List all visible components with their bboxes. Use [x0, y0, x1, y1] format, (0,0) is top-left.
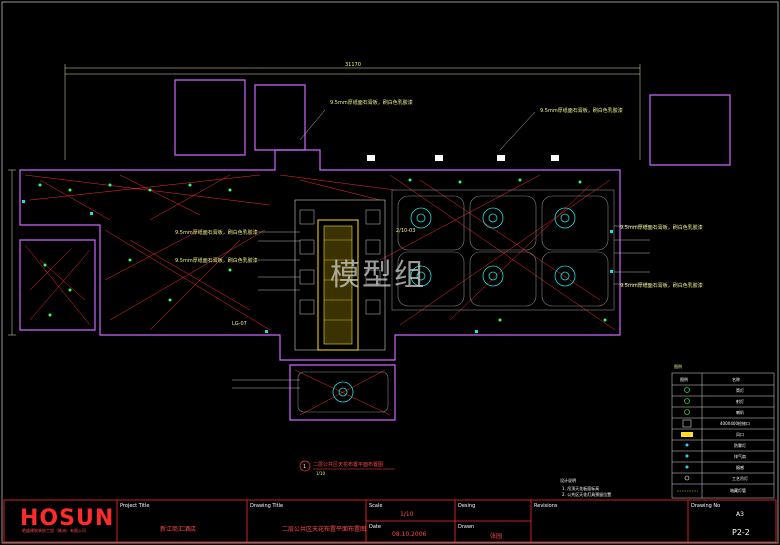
note-4: 9.5mm厚纸面石膏板，刷白色乳胶漆 [620, 282, 703, 289]
ceiling-hatch [24, 174, 616, 416]
plan-title: 二层公共区天花布置平面布置图 [313, 461, 383, 468]
section-tag-left: LG-07 [232, 321, 247, 327]
legend-title: 图例 [674, 364, 682, 369]
legend-row-name: 暗藏灯管 [730, 488, 746, 493]
section-tag: 2/10-03 [396, 228, 415, 234]
legend-row-name: 烟感 [736, 465, 744, 470]
drawn-value: 张园 [490, 533, 503, 540]
smoke-detector-icon [685, 465, 689, 469]
pendant-lamp-icon [684, 475, 690, 481]
legend-row-name: 防雾灯 [734, 443, 746, 448]
scale-value: 1/10 [400, 511, 414, 518]
legend-row-name: 400X400检修口 [720, 421, 751, 426]
project-title: 新江商汇酒店 [160, 526, 197, 533]
legend-row-name: 筒灯 [736, 388, 744, 393]
legend-header-name: 名称 [732, 377, 740, 382]
note-1: 9.5mm厚纸面石膏板，刷白色乳胶漆 [175, 229, 258, 236]
downlight-icon [684, 387, 690, 393]
legend-row-name: 风口 [736, 432, 744, 437]
access-panel-icon [682, 419, 692, 428]
company-name: 皓盛建筑装饰工程（株洲）有限公司 [22, 528, 86, 533]
vents [367, 155, 559, 161]
scale-label: Scale [369, 503, 383, 509]
legend-header-symbol: 图例 [680, 377, 688, 382]
left-dimension [8, 169, 16, 336]
speaker-icon [684, 409, 690, 415]
drawing-no-label: Drawing No [691, 503, 721, 509]
plan-number: 1 [303, 464, 306, 470]
air-vent-icon [681, 432, 693, 437]
legend-row-name: 射灯 [736, 399, 744, 404]
notes-line: 2. 公共区天花灯具预留位置 [562, 492, 612, 497]
exhaust-fan-icon [685, 454, 689, 458]
legend-row-name: 排气扇 [734, 454, 746, 459]
watermark: 模型组 [330, 258, 426, 293]
ceiling-fixtures [332, 207, 576, 403]
note-6: 9.5mm厚纸面石膏板，刷白色乳胶漆 [330, 99, 413, 106]
date-label: Date [369, 524, 381, 530]
drawing-number: P2-2 [732, 528, 750, 537]
drawn-label: Drawn [458, 524, 475, 530]
note-5: 9.5mm厚纸面石膏板，刷白色乳胶漆 [540, 107, 623, 114]
legend-row-name: 喇叭 [736, 410, 744, 415]
anti-fog-lamp-icon [685, 443, 689, 447]
notes-title: 设计说明 [560, 478, 576, 483]
top-dimension-label: 31170 [345, 62, 361, 68]
plan-scale: 1/10 [316, 471, 325, 476]
note-2: 9.5mm厚纸面石膏板，刷白色乳胶漆 [175, 257, 258, 264]
drawing-title: 二层公共区天花布置平面布置图 [282, 526, 367, 533]
date-value: 08.10.2006 [392, 531, 427, 538]
design-label: Desing [458, 503, 476, 509]
sheet-size: A3 [736, 511, 744, 518]
spotlight-icon [684, 398, 690, 404]
drawing-title-label: Drawing Title [250, 503, 284, 509]
legend-row-name: 工艺吊灯 [732, 476, 748, 481]
revisions-label: Revisions [534, 503, 558, 509]
note-3: 9.5mm厚纸面石膏板，刷白色乳胶漆 [620, 224, 703, 231]
project-title-label: Project Title [120, 503, 150, 509]
legend-symbols [677, 387, 698, 492]
